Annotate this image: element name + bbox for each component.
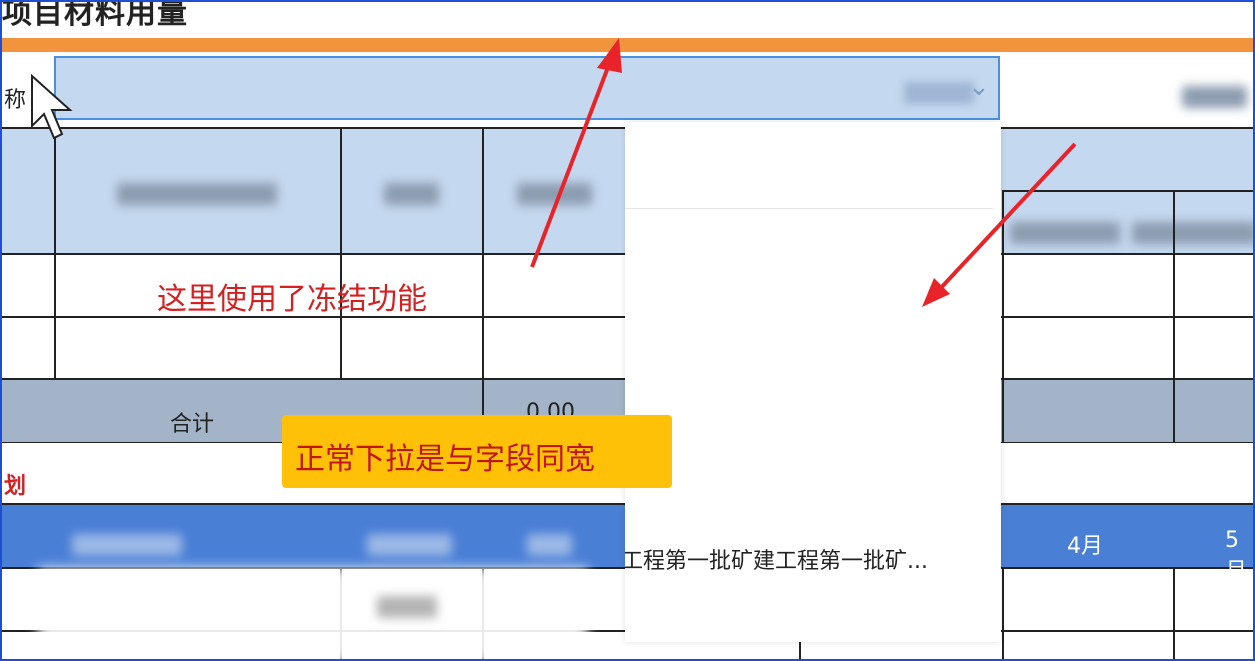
- arrow-to-freeze-bar: [530, 38, 622, 268]
- mouse-cursor-icon: [31, 73, 73, 140]
- arrow-to-dropdown: [922, 142, 1077, 307]
- annotation-overlay: [31, 38, 1077, 307]
- screenshot-frame: 项目材料用量 称 ⌄ 合计 0.00 划 4月 5月 工程第一批矿建工程第一批矿…: [0, 0, 1255, 661]
